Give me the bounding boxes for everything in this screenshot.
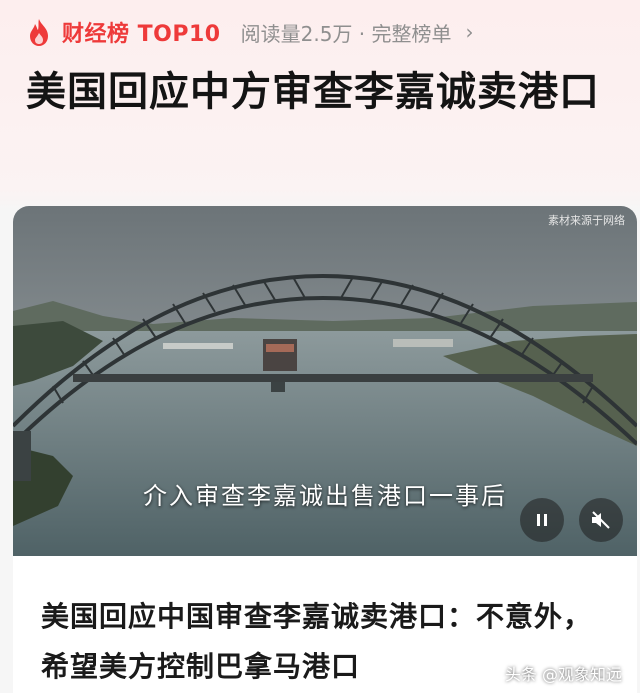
video-player[interactable]: 素材来源于网络 介入审查李嘉诚出售港口一事后	[13, 206, 637, 556]
read-count-link[interactable]: 阅读量2.5万 · 完整榜单	[241, 18, 452, 47]
ranking-bar[interactable]: 财经榜 TOP10 阅读量2.5万 · 完整榜单 ›	[26, 14, 474, 50]
chevron-right-icon[interactable]: ›	[466, 20, 474, 44]
mute-button[interactable]	[579, 498, 623, 542]
source-note: 素材来源于网络	[548, 214, 625, 227]
page-headline: 美国回应中方审查李嘉诚卖港口	[26, 69, 600, 115]
watermark: 头条 @观象知远	[504, 665, 622, 684]
pause-button[interactable]	[520, 498, 564, 542]
mute-icon	[592, 511, 610, 529]
news-card[interactable]: 素材来源于网络 介入审查李嘉诚出售港口一事后 美国回应中国审查李嘉诚卖港口：不意…	[13, 206, 637, 693]
pause-icon	[537, 514, 547, 526]
ranking-title: 财经榜 TOP10	[62, 22, 221, 47]
flame-icon	[30, 19, 48, 46]
